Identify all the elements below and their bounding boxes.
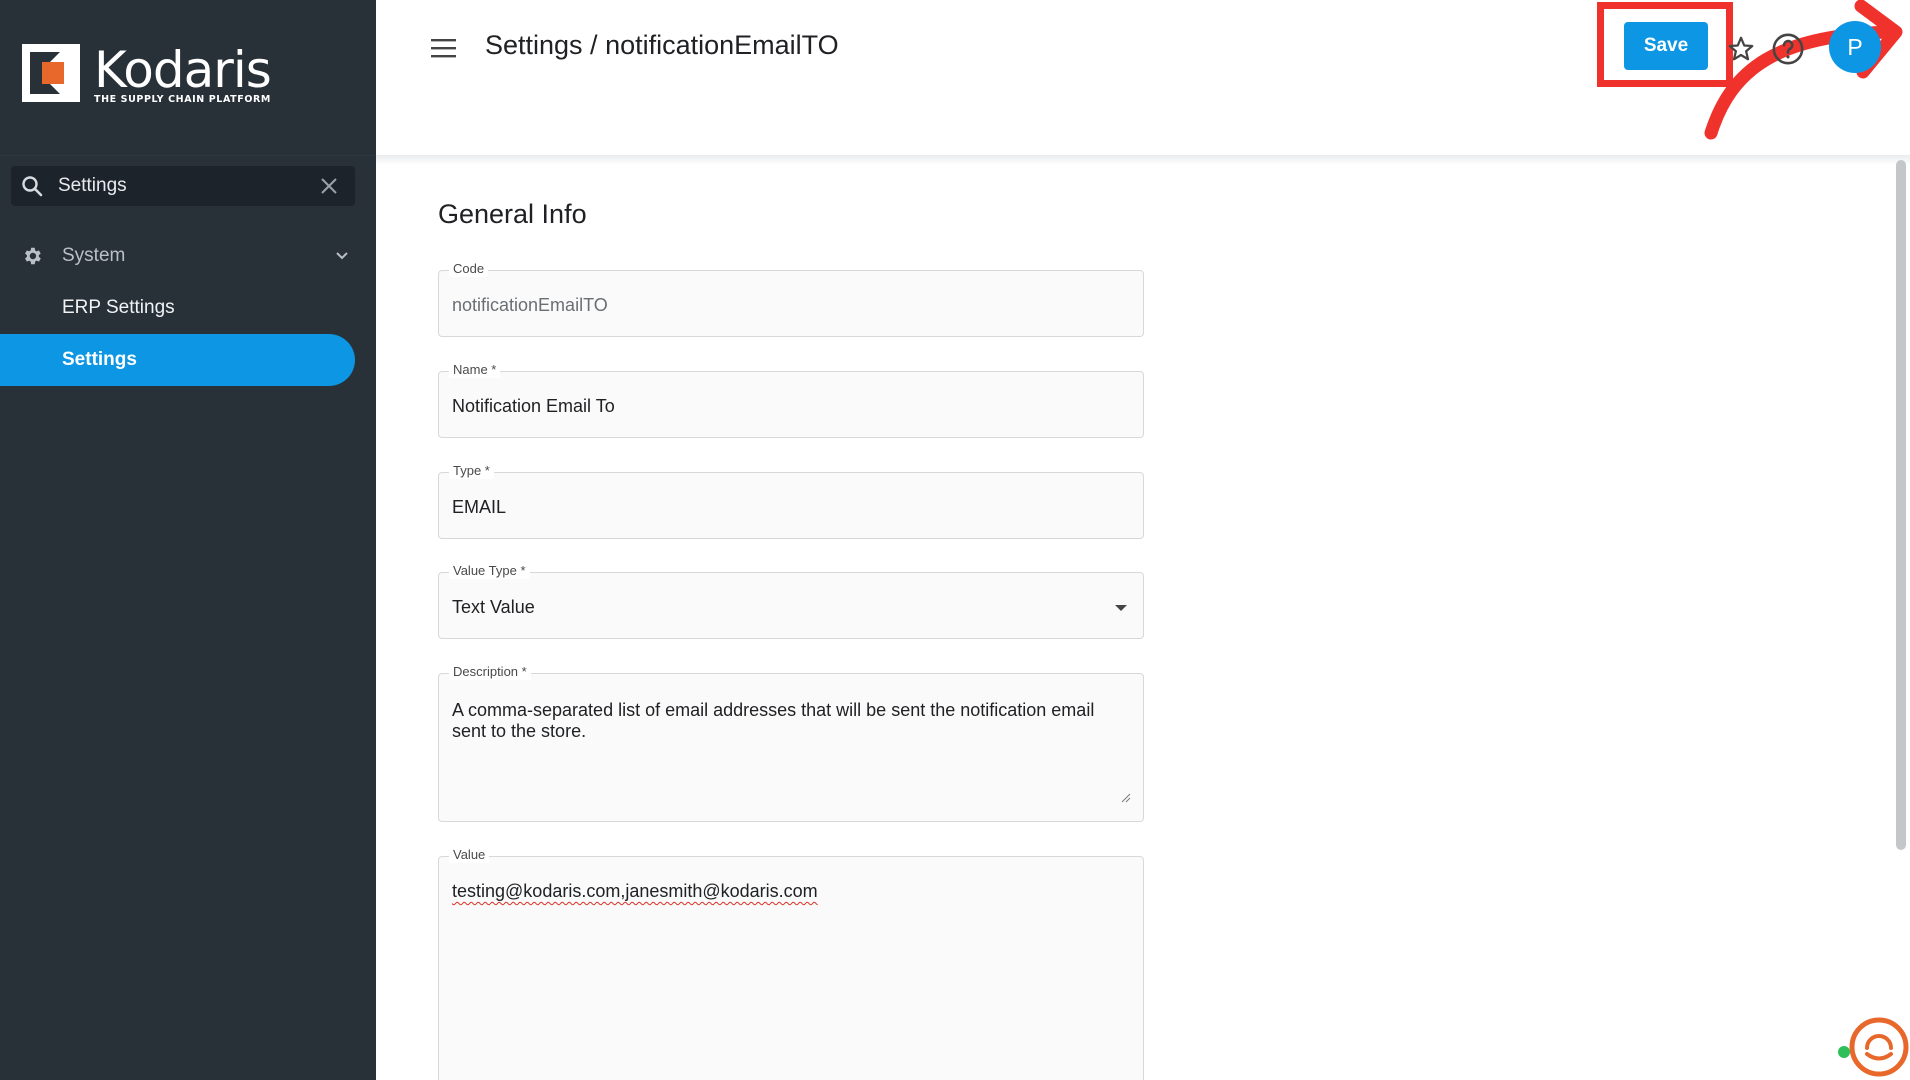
value-type-label: Value Type * bbox=[449, 563, 530, 579]
avatar[interactable]: P bbox=[1829, 21, 1881, 73]
type-field[interactable]: Type * EMAIL bbox=[438, 463, 1144, 539]
save-button[interactable]: Save bbox=[1624, 22, 1708, 70]
search-input[interactable] bbox=[58, 175, 298, 197]
section-title-general-info: General Info bbox=[438, 199, 587, 229]
page-title: Settings / notificationEmailTO bbox=[485, 30, 839, 60]
code-value: notificationEmailTO bbox=[452, 295, 608, 315]
search-icon bbox=[22, 176, 43, 197]
sidebar-divider bbox=[0, 155, 376, 156]
chat-widget-icon[interactable] bbox=[1836, 1014, 1910, 1080]
sidebar-search bbox=[11, 166, 355, 206]
dropdown-arrow-icon bbox=[1115, 605, 1127, 611]
resize-handle-icon[interactable] bbox=[1119, 791, 1131, 803]
favorite-star-icon[interactable] bbox=[1726, 34, 1756, 64]
type-value: EMAIL bbox=[452, 497, 507, 517]
kodaris-logo[interactable]: Kodaris THE SUPPLY CHAIN PLATFORM bbox=[22, 41, 272, 105]
value-type-value: Text Value bbox=[452, 597, 535, 617]
name-label: Name * bbox=[449, 362, 501, 378]
page-scrollbar[interactable] bbox=[1892, 158, 1910, 1080]
header-shadow bbox=[376, 155, 1910, 165]
sidebar-item-label: ERP Settings bbox=[62, 297, 175, 318]
name-field[interactable]: Name * Notification Email To bbox=[438, 362, 1144, 438]
help-icon[interactable] bbox=[1771, 32, 1805, 66]
sidebar-item-erp-settings[interactable]: ERP Settings bbox=[0, 282, 355, 334]
description-label: Description * bbox=[449, 664, 531, 680]
close-icon[interactable] bbox=[317, 174, 341, 198]
sidebar: Kodaris THE SUPPLY CHAIN PLATFORM System… bbox=[0, 0, 376, 1080]
menu-icon[interactable] bbox=[429, 36, 459, 60]
description-textarea[interactable]: Description * A comma-separated list of … bbox=[438, 664, 1144, 822]
type-label: Type * bbox=[449, 463, 494, 479]
logo-tagline: THE SUPPLY CHAIN PLATFORM bbox=[94, 94, 271, 105]
header: Settings / notificationEmailTO Save P bbox=[376, 0, 1910, 155]
sidebar-item-settings[interactable]: Settings bbox=[0, 334, 355, 386]
value-value: testing@kodaris.com,janesmith@kodaris.co… bbox=[452, 881, 818, 901]
code-field[interactable]: Code notificationEmailTO bbox=[438, 261, 1144, 337]
name-value: Notification Email To bbox=[452, 396, 615, 416]
value-type-select[interactable]: Value Type * Text Value bbox=[438, 563, 1144, 639]
scrollbar-thumb[interactable] bbox=[1896, 160, 1906, 850]
sidebar-item-label: Settings bbox=[62, 349, 137, 370]
chevron-down-icon bbox=[336, 252, 348, 260]
gear-icon bbox=[25, 247, 41, 265]
sidebar-group-label: System bbox=[62, 245, 126, 266]
value-label: Value bbox=[449, 847, 490, 863]
description-value: A comma-separated list of email addresse… bbox=[452, 700, 1095, 741]
logo-wordmark: Kodaris bbox=[94, 41, 272, 99]
sidebar-group-system[interactable]: System bbox=[0, 236, 376, 276]
code-label: Code bbox=[449, 261, 489, 277]
value-textarea[interactable]: Value testing@kodaris.com,janesmith@koda… bbox=[438, 847, 1144, 1080]
kodaris-logo-icon bbox=[22, 44, 80, 102]
annotation-arrow bbox=[1704, 0, 1903, 140]
